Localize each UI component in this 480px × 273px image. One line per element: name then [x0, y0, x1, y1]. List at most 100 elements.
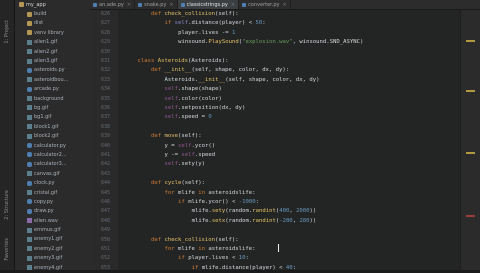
code-token: (self): — [215, 11, 239, 17]
line-number: 632 — [100, 67, 110, 74]
code-line[interactable]: def check_collision(self): — [151, 10, 239, 19]
project-tree-item[interactable]: calculator2... — [15, 150, 90, 159]
code-line[interactable]: if player.lives < 10: — [178, 254, 249, 263]
project-tree-item[interactable]: emmus.gif — [15, 225, 90, 234]
project-tree-item[interactable]: enemy1.gif — [15, 235, 90, 244]
close-icon[interactable]: × — [283, 2, 287, 8]
code-line[interactable]: if self.distance(player) < 50: — [165, 19, 266, 28]
code-token: y -= — [164, 152, 182, 158]
line-number: 643 — [100, 170, 110, 177]
editor-scrollbar[interactable] — [460, 10, 480, 270]
project-tree-item[interactable]: block1.gif — [15, 122, 90, 131]
project-tree-item[interactable]: copy.py — [15, 197, 90, 206]
project-tree-item-label: enemy4.gif — [34, 264, 63, 270]
code-line[interactable]: mlife.sety(random.randint(400, 2000)) — [192, 207, 317, 216]
project-tree-item[interactable]: background — [15, 94, 90, 103]
project-tree-item-label: elien.wav — [34, 217, 58, 224]
gif-icon — [27, 133, 32, 139]
project-tree-item[interactable]: canvas.gif — [15, 169, 90, 178]
editor-tab[interactable]: classicstrings.py × — [177, 0, 240, 9]
project-tree-item[interactable]: venv library — [15, 28, 90, 37]
code-line[interactable]: self.speed = 0 — [165, 113, 212, 122]
tool-window-tab[interactable]: 2: Structure — [1, 190, 13, 220]
code-line[interactable]: self.shape(shape) — [165, 85, 222, 94]
project-tree-item[interactable]: asteroids.py — [15, 66, 90, 75]
code-editor[interactable]: def check_collision(self): if self.distan… — [118, 10, 460, 270]
code-line[interactable]: if mlife.distance(player) < 40: — [192, 264, 296, 270]
project-tree-item[interactable]: enemy3.gif — [15, 254, 90, 263]
warning-marker[interactable] — [466, 152, 475, 154]
code-line[interactable]: if mlife.ycor() < -1000: — [178, 198, 259, 207]
code-token: : — [245, 255, 249, 262]
project-tree-item[interactable]: calculator3... — [15, 160, 90, 169]
code-line[interactable]: self.sety(y) — [165, 160, 205, 169]
project-tree-item[interactable]: cristal.gif — [15, 188, 90, 197]
project-tree-item[interactable]: elien.wav — [15, 216, 90, 225]
code-line[interactable]: y -= self.speed — [165, 151, 216, 160]
code-token: (self, shape, color, dx, dy): — [191, 67, 290, 74]
code-token: (self): — [178, 133, 202, 140]
text-cursor — [278, 244, 279, 252]
project-tree-item[interactable]: build — [15, 9, 90, 18]
project-tree-item[interactable]: bg.gif — [15, 103, 90, 112]
tool-window-tab[interactable]: Favorites — [1, 238, 13, 261]
project-panel: my_app build dist venv library alien1.gif al… — [15, 0, 90, 270]
project-tree-item-label: enemy1.gif — [34, 236, 63, 243]
project-tree-item[interactable]: enemy2.gif — [15, 244, 90, 253]
project-tree-item-label: alien3.gif — [34, 58, 58, 65]
code-line[interactable]: def move(self): — [151, 132, 202, 141]
code-token: self — [181, 152, 195, 158]
line-number: 639 — [100, 133, 110, 140]
code-line[interactable]: class Asteroids(Asteroids): — [138, 57, 229, 66]
code-line[interactable]: self.setposition(dx, dy) — [165, 104, 246, 113]
code-line[interactable]: for mlife in asteroidslife: — [165, 189, 256, 198]
code-token: cycle — [164, 180, 182, 187]
warning-marker[interactable] — [466, 40, 475, 42]
project-tree-item-label: build — [34, 11, 47, 18]
close-icon[interactable]: × — [169, 2, 173, 8]
project-tree-item[interactable]: draw.py — [15, 207, 90, 216]
close-icon[interactable]: × — [231, 2, 235, 8]
project-tree-item[interactable]: enemy4.gif — [15, 263, 90, 270]
project-tree-item[interactable]: arcade.py — [15, 85, 90, 94]
project-tree-item[interactable]: asteroidbou... — [15, 75, 90, 84]
code-line[interactable]: player.lives -= 1 — [178, 29, 235, 38]
code-line[interactable]: self.color(color) — [165, 95, 222, 104]
code-token: .speed = — [178, 114, 209, 121]
project-tree-item[interactable]: clock.py — [15, 178, 90, 187]
code-token: Asteroids. — [164, 76, 199, 83]
project-tree-item-label: draw.py — [34, 208, 54, 215]
code-line[interactable]: winsound.PlaySound("explosion.wav", wins… — [178, 38, 363, 47]
code-line[interactable]: for mlife in asteroidslife: — [165, 245, 256, 254]
line-number: 649 — [100, 227, 110, 234]
project-tree-item[interactable]: dist — [15, 19, 90, 28]
project-root[interactable]: my_app — [15, 0, 90, 9]
code-token: mlife.ycor() < — [188, 199, 239, 205]
code-token: def — [151, 11, 165, 17]
line-number: 647 — [100, 208, 110, 215]
code-token: (random. — [225, 208, 253, 215]
project-tree-item[interactable]: calculator.py — [15, 141, 90, 150]
editor-tab[interactable]: converter.py × — [239, 0, 291, 9]
editor-tab[interactable]: an.ade.py × — [90, 0, 136, 9]
tool-window-tab[interactable]: 1: Project — [1, 20, 13, 44]
project-tree-item[interactable]: bg1.gif — [15, 113, 90, 122]
line-number: 637 — [100, 114, 110, 121]
code-line[interactable]: y = self.ycor() — [165, 142, 216, 151]
warning-marker[interactable] — [466, 90, 475, 92]
code-line[interactable]: def cycle(self): — [151, 179, 205, 188]
code-token: )) — [309, 217, 317, 224]
error-marker[interactable] — [466, 215, 475, 217]
code-token: .color(color) — [178, 95, 222, 102]
code-line[interactable]: mlife.setx(random.randint(-280, 280)) — [192, 217, 317, 226]
code-line[interactable]: Asteroids.__init__(self, shape, color, d… — [165, 76, 320, 85]
project-tree-item[interactable]: alien2.gif — [15, 47, 90, 56]
code-token: , winsound.SND_ASYNC) — [292, 39, 364, 46]
code-line[interactable]: def check_collision(self): — [151, 236, 239, 245]
project-tree-item[interactable]: alien1.gif — [15, 38, 90, 47]
project-tree-item[interactable]: alien3.gif — [15, 56, 90, 65]
project-tree-item[interactable]: block2.gif — [15, 131, 90, 140]
close-icon[interactable]: × — [127, 2, 131, 8]
code-line[interactable]: def __init__(self, shape, color, dx, dy)… — [151, 66, 289, 75]
editor-tab[interactable]: snake.py × — [135, 0, 178, 9]
